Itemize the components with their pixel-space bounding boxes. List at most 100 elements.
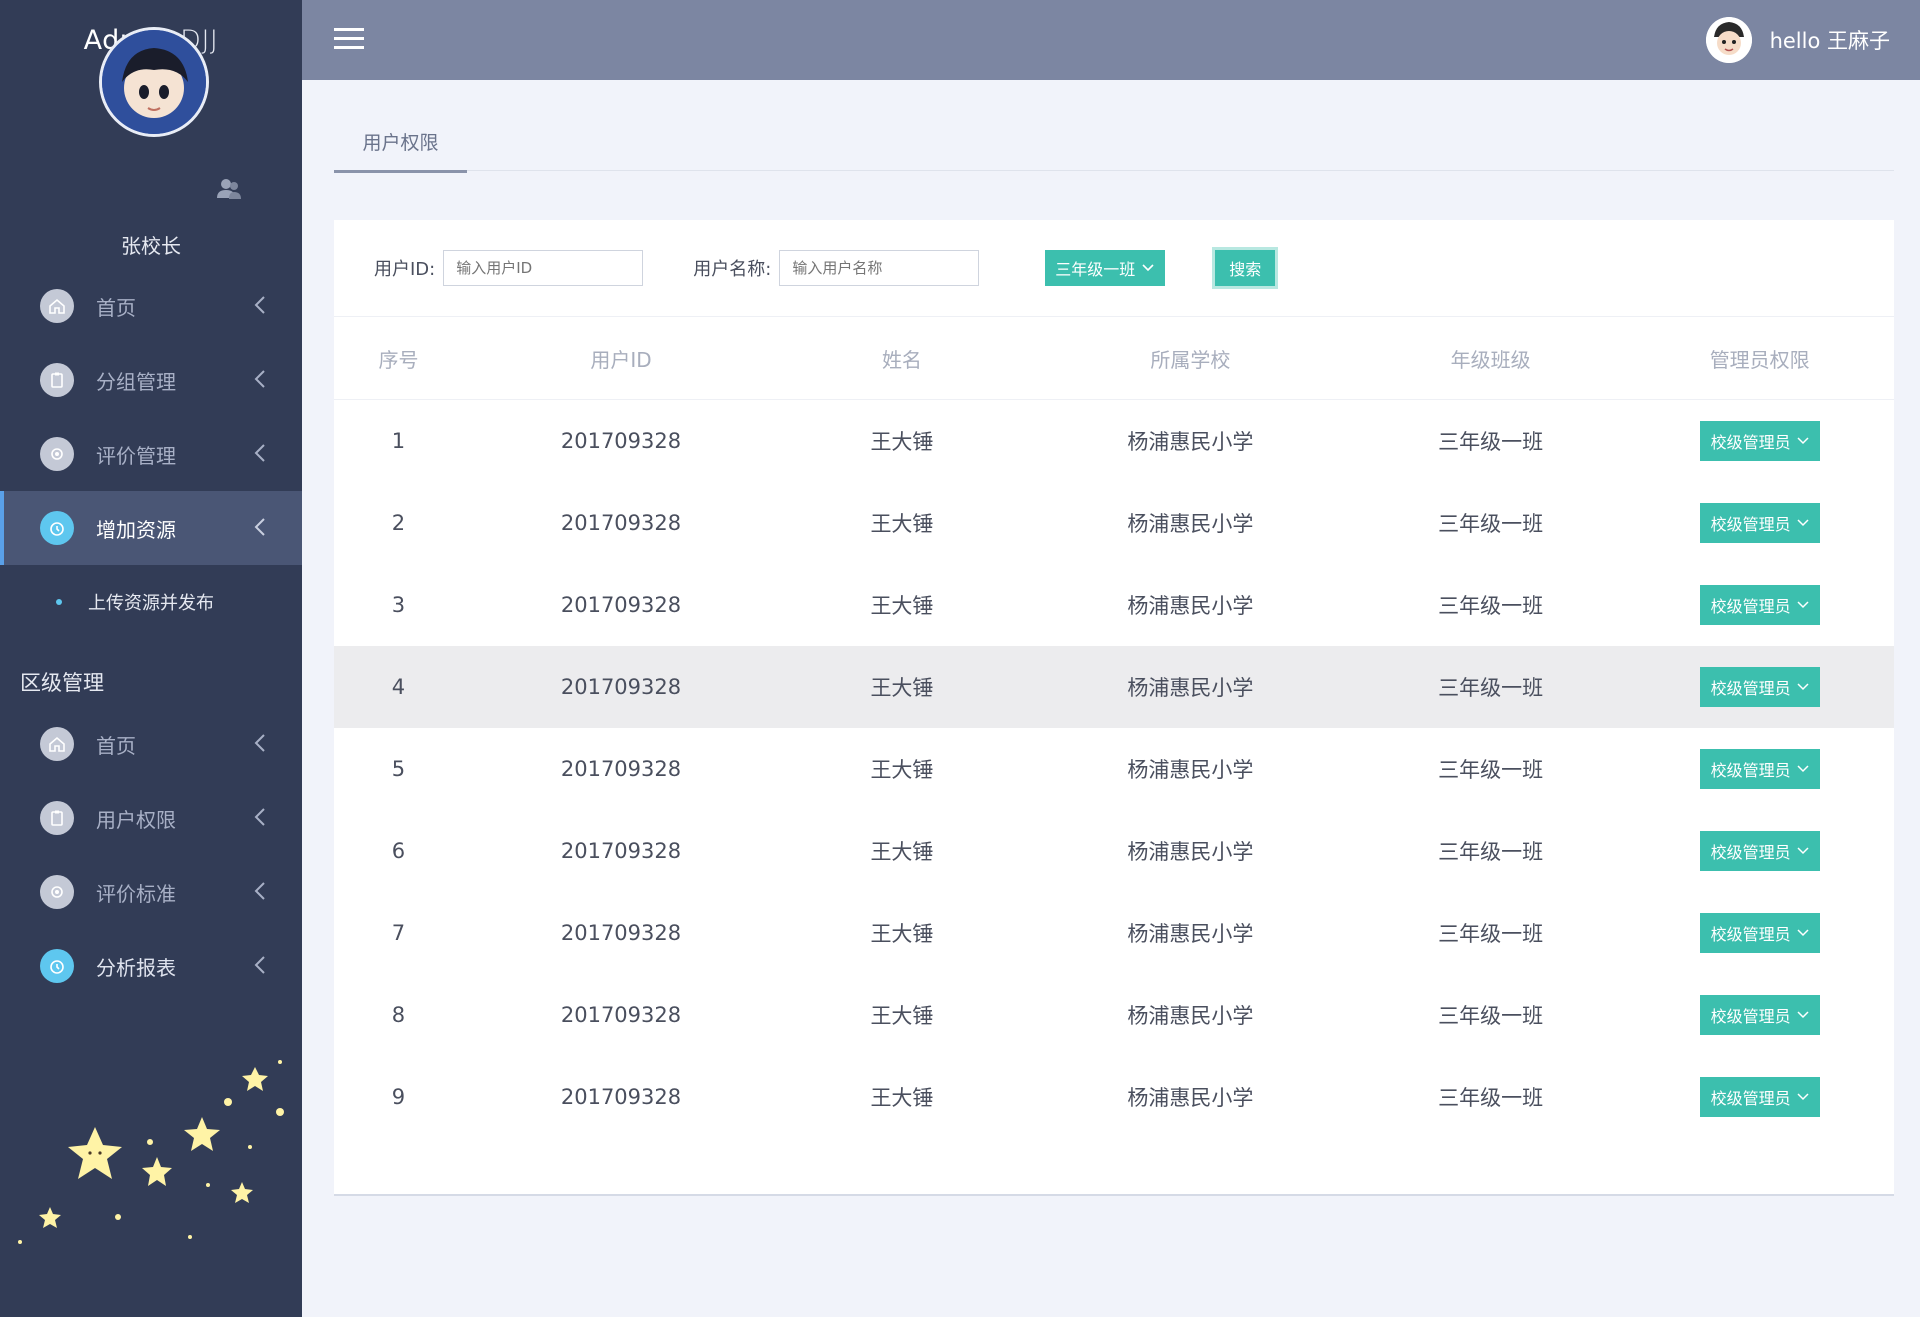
col-header-name[interactable]: 姓名 <box>779 317 1025 400</box>
cell-name: 王大锤 <box>870 512 934 536</box>
gear-icon <box>40 875 74 909</box>
cell-admin-permission: 校级管理员 <box>1625 482 1894 564</box>
bullet-dot-icon <box>56 599 62 605</box>
cell-school: 杨浦惠民小学 <box>1127 430 1254 454</box>
chevron-left-icon <box>254 881 266 906</box>
chevron-left-icon <box>254 443 266 468</box>
content-panel: 用户ID: 用户名称: 三年级一班 搜索 序号 用户ID 姓名 所属学校 年级班… <box>334 220 1894 1196</box>
admin-role-label: 校级管理员 <box>1710 679 1791 698</box>
admin-role-label: 校级管理员 <box>1710 925 1791 944</box>
cell-seq: 5 <box>391 757 406 781</box>
class-select-dropdown[interactable]: 三年级一班 <box>1045 250 1166 286</box>
cell-user-id: 201709328 <box>560 429 682 453</box>
user-avatar[interactable] <box>1705 17 1752 63</box>
cell-user-id: 201709328 <box>560 757 682 781</box>
chevron-down-icon <box>1797 601 1809 609</box>
admin-role-dropdown[interactable]: 校级管理员 <box>1699 749 1820 789</box>
clipboard-icon <box>40 801 74 835</box>
admin-role-dropdown[interactable]: 校级管理员 <box>1699 995 1820 1035</box>
switch-user-icon[interactable] <box>216 176 242 206</box>
admin-role-dropdown[interactable]: 校级管理员 <box>1699 421 1820 461</box>
avatar[interactable] <box>99 27 209 137</box>
cell-admin-permission: 校级管理员 <box>1625 974 1894 1056</box>
sidebar-item-user-permissions[interactable]: 用户权限 <box>0 781 302 855</box>
search-button[interactable]: 搜索 <box>1215 250 1276 286</box>
cell-admin-permission: 校级管理员 <box>1625 1056 1894 1138</box>
cell-grade-class: 三年级一班 <box>1438 1004 1544 1028</box>
sidebar-item-label: 分析报表 <box>96 955 176 980</box>
admin-role-label: 校级管理员 <box>1710 1007 1791 1026</box>
cell-user-id: 201709328 <box>560 921 682 945</box>
principal-name: 张校长 <box>121 234 181 258</box>
chevron-left-icon <box>254 955 266 980</box>
filter-bar: 用户ID: 用户名称: 三年级一班 搜索 <box>334 220 1894 317</box>
sidebar: Admin DJJ 张校长 首页 <box>0 0 302 1317</box>
sidebar-item-group-management[interactable]: 分组管理 <box>0 343 302 417</box>
sidebar-item-evaluation-standard[interactable]: 评价标准 <box>0 855 302 929</box>
table-row[interactable]: 7 201709328 王大锤 杨浦惠民小学 三年级一班 校级管理员 <box>334 892 1894 974</box>
chevron-down-icon <box>1797 683 1809 691</box>
admin-role-dropdown[interactable]: 校级管理员 <box>1699 1077 1820 1117</box>
admin-role-dropdown[interactable]: 校级管理员 <box>1699 585 1820 625</box>
cell-school: 杨浦惠民小学 <box>1127 758 1254 782</box>
tab-bar: 用户权限 <box>334 80 1894 173</box>
cell-grade-class: 三年级一班 <box>1355 646 1626 728</box>
admin-role-dropdown[interactable]: 校级管理员 <box>1699 913 1820 953</box>
cell-user-id: 201709328 <box>462 646 780 728</box>
table-row[interactable]: 4 201709328 王大锤 杨浦惠民小学 三年级一班 校级管理员 <box>334 646 1894 728</box>
sidebar-subitem-upload[interactable]: 上传资源并发布 <box>0 565 302 639</box>
chevron-down-icon <box>1797 1011 1809 1019</box>
cell-grade-class: 三年级一班 <box>1438 840 1544 864</box>
table-row[interactable]: 1 201709328 王大锤 杨浦惠民小学 三年级一班 校级管理员 <box>334 400 1894 483</box>
cell-grade-class: 三年级一班 <box>1438 1086 1544 1110</box>
cell-grade-class: 三年级一班 <box>1438 922 1544 946</box>
cell-admin-permission: 校级管理员 <box>1625 400 1894 483</box>
class-select-value: 三年级一班 <box>1055 260 1136 279</box>
admin-role-dropdown[interactable]: 校级管理员 <box>1699 667 1820 707</box>
col-header-admin-permission[interactable]: 管理员权限 <box>1625 317 1894 400</box>
cell-name: 王大锤 <box>870 1086 934 1110</box>
chevron-left-icon <box>254 369 266 394</box>
cell-admin-permission: 校级管理员 <box>1625 564 1894 646</box>
sidebar-item-home-2[interactable]: 首页 <box>0 707 302 781</box>
chevron-left-icon <box>254 733 266 758</box>
table-row[interactable]: 8 201709328 王大锤 杨浦惠民小学 三年级一班 校级管理员 <box>334 974 1894 1056</box>
cell-seq: 8 <box>391 1003 406 1027</box>
top-header: hello 王麻子 <box>302 0 1920 80</box>
col-header-seq[interactable]: 序号 <box>334 317 463 400</box>
user-id-input[interactable] <box>443 250 644 286</box>
cell-user-id: 201709328 <box>560 1003 682 1027</box>
cell-name: 王大锤 <box>870 758 934 782</box>
table-row[interactable]: 6 201709328 王大锤 杨浦惠民小学 三年级一班 校级管理员 <box>334 810 1894 892</box>
admin-role-label: 校级管理员 <box>1710 515 1791 534</box>
user-greeting[interactable]: hello 王麻子 <box>1705 0 1890 80</box>
cell-seq: 6 <box>391 839 406 863</box>
tab-user-permissions[interactable]: 用户权限 <box>334 128 467 173</box>
main-content: 用户权限 用户ID: 用户名称: 三年级一班 搜索 序号 用户ID 姓名 所属学… <box>334 80 1894 1196</box>
cell-admin-permission: 校级管理员 <box>1625 728 1894 810</box>
table-row[interactable]: 2 201709328 王大锤 杨浦惠民小学 三年级一班 校级管理员 <box>334 482 1894 564</box>
district-menu: 首页 用户权限 评价标准 分析报表 <box>0 707 302 1003</box>
cell-seq: 9 <box>391 1085 406 1109</box>
admin-role-dropdown[interactable]: 校级管理员 <box>1699 503 1820 543</box>
gear-icon <box>40 437 74 471</box>
greeting-text: hello 王麻子 <box>1769 29 1890 53</box>
table-body: 1 201709328 王大锤 杨浦惠民小学 三年级一班 校级管理员 2 201709328 王… <box>334 400 1894 1139</box>
chevron-down-icon <box>1797 519 1809 527</box>
sidebar-item-add-resource[interactable]: 增加资源 <box>0 491 302 565</box>
chevron-left-icon <box>254 807 266 832</box>
col-header-grade-class[interactable]: 年级班级 <box>1355 317 1626 400</box>
col-header-user-id[interactable]: 用户ID <box>462 317 780 400</box>
sidebar-item-analysis-report[interactable]: 分析报表 <box>0 929 302 1003</box>
menu-toggle-icon[interactable] <box>334 28 364 54</box>
table-row[interactable]: 5 201709328 王大锤 杨浦惠民小学 三年级一班 校级管理员 <box>334 728 1894 810</box>
sidebar-item-label: 评价管理 <box>96 443 176 468</box>
col-header-school[interactable]: 所属学校 <box>1024 317 1356 400</box>
sidebar-item-evaluation-management[interactable]: 评价管理 <box>0 417 302 491</box>
chevron-down-icon <box>1797 847 1809 855</box>
admin-role-dropdown[interactable]: 校级管理员 <box>1699 831 1820 871</box>
table-row[interactable]: 3 201709328 王大锤 杨浦惠民小学 三年级一班 校级管理员 <box>334 564 1894 646</box>
user-name-input[interactable] <box>779 250 980 286</box>
sidebar-item-home[interactable]: 首页 <box>0 269 302 343</box>
table-row[interactable]: 9 201709328 王大锤 杨浦惠民小学 三年级一班 校级管理员 <box>334 1056 1894 1138</box>
